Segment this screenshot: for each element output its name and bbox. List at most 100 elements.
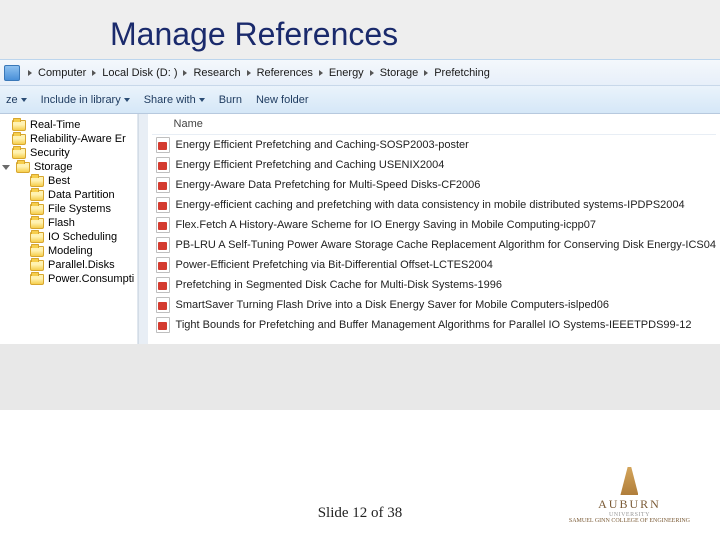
pdf-icon	[156, 177, 170, 193]
tree-item[interactable]: Flash	[2, 216, 137, 230]
file-name: Power-Efficient Prefetching via Bit-Diff…	[176, 259, 493, 271]
folder-icon	[12, 120, 26, 131]
pdf-icon	[156, 157, 170, 173]
pdf-icon	[156, 277, 170, 293]
chevron-down-icon	[199, 98, 205, 102]
tree-item-label: Flash	[48, 217, 75, 229]
tree-item-label: Real-Time	[30, 119, 80, 131]
file-row[interactable]: Power-Efficient Prefetching via Bit-Diff…	[152, 255, 716, 275]
organize-label: ze	[6, 94, 18, 106]
tree-item[interactable]: Security	[2, 146, 137, 160]
pdf-icon	[156, 297, 170, 313]
slide-title: Manage References	[0, 0, 720, 59]
burn-label: Burn	[219, 94, 242, 106]
tree-item[interactable]: Storage	[2, 160, 137, 174]
tree-item-label: Parallel.Disks	[48, 259, 115, 271]
share-label: Share with	[144, 94, 196, 106]
file-row[interactable]: PB-LRU A Self-Tuning Power Aware Storage…	[152, 235, 716, 255]
include-in-library-button[interactable]: Include in library	[41, 94, 130, 106]
tree-item-label: Modeling	[48, 245, 93, 257]
breadcrumb-research[interactable]: Research	[191, 67, 242, 79]
chevron-down-icon	[124, 98, 130, 102]
file-name: Prefetching in Segmented Disk Cache for …	[176, 279, 502, 291]
explorer-body: Real-Time Reliability-Aware Er SecuritySto…	[0, 114, 720, 344]
organize-button[interactable]: ze	[6, 94, 27, 106]
tree-item-label: File Systems	[48, 203, 111, 215]
folder-tree[interactable]: Real-Time Reliability-Aware Er SecuritySto…	[0, 114, 138, 344]
folder-icon	[12, 148, 26, 159]
folder-icon	[16, 162, 30, 173]
burn-button[interactable]: Burn	[219, 94, 242, 106]
tree-item[interactable]: Power.Consumpti	[2, 272, 137, 286]
chevron-right-icon	[424, 70, 428, 76]
tree-item[interactable]: Real-Time	[2, 118, 137, 132]
folder-icon	[30, 176, 44, 187]
chevron-down-icon[interactable]	[2, 165, 10, 170]
pdf-icon	[156, 257, 170, 273]
chevron-right-icon	[183, 70, 187, 76]
pdf-icon	[156, 237, 170, 253]
share-with-button[interactable]: Share with	[144, 94, 205, 106]
folder-icon	[30, 246, 44, 257]
file-name: Energy Efficient Prefetching and Caching…	[176, 159, 445, 171]
folder-icon	[12, 134, 26, 145]
chevron-right-icon	[319, 70, 323, 76]
new-folder-button[interactable]: New folder	[256, 94, 309, 106]
file-name: Tight Bounds for Prefetching and Buffer …	[176, 319, 692, 331]
file-row[interactable]: Prefetching in Segmented Disk Cache for …	[152, 275, 716, 295]
file-name: Flex.Fetch A History-Aware Scheme for IO…	[176, 219, 596, 231]
new-folder-label: New folder	[256, 94, 309, 106]
file-row[interactable]: Energy Efficient Prefetching and Caching…	[152, 155, 716, 175]
tree-item-label: Best	[48, 175, 70, 187]
tree-item-label: Power.Consumpti	[48, 273, 134, 285]
pdf-icon	[156, 317, 170, 333]
column-header-name[interactable]: Name	[174, 118, 203, 130]
folder-icon	[30, 204, 44, 215]
pdf-icon	[156, 197, 170, 213]
chevron-right-icon	[92, 70, 96, 76]
tree-item[interactable]: File Systems	[2, 202, 137, 216]
breadcrumb-energy[interactable]: Energy	[327, 67, 366, 79]
tree-item[interactable]: Parallel.Disks	[2, 258, 137, 272]
address-bar[interactable]: Computer Local Disk (D: ) Research Refer…	[0, 60, 720, 86]
tree-item[interactable]: Reliability-Aware Er	[2, 132, 137, 146]
tree-item-label: Data Partition	[48, 189, 115, 201]
chevron-right-icon	[370, 70, 374, 76]
auburn-logo-college: SAMUEL GINN COLLEGE OF ENGINEERING	[569, 518, 690, 524]
auburn-logo-name: AUBURN	[569, 497, 690, 512]
file-name: PB-LRU A Self-Tuning Power Aware Storage…	[176, 239, 716, 251]
file-row[interactable]: Energy-efficient caching and prefetching…	[152, 195, 716, 215]
tree-item[interactable]: Modeling	[2, 244, 137, 258]
breadcrumb-references[interactable]: References	[255, 67, 315, 79]
tree-item[interactable]: Data Partition	[2, 188, 137, 202]
file-row[interactable]: Flex.Fetch A History-Aware Scheme for IO…	[152, 215, 716, 235]
breadcrumb-storage[interactable]: Storage	[378, 67, 421, 79]
file-row[interactable]: Energy Efficient Prefetching and Caching…	[152, 135, 716, 155]
pdf-icon	[156, 137, 170, 153]
tree-item-label: Reliability-Aware Er	[30, 133, 126, 145]
file-name: SmartSaver Turning Flash Drive into a Di…	[176, 299, 609, 311]
file-list[interactable]: Name Energy Efficient Prefetching and Ca…	[148, 114, 720, 344]
tree-scrollbar[interactable]	[138, 114, 147, 344]
column-header-row[interactable]: Name	[152, 114, 716, 135]
breadcrumb-computer[interactable]: Computer	[36, 67, 88, 79]
include-label: Include in library	[41, 94, 121, 106]
file-row[interactable]: SmartSaver Turning Flash Drive into a Di…	[152, 295, 716, 315]
tree-item-label: IO Scheduling	[48, 231, 117, 243]
auburn-logo: AUBURN UNIVERSITY SAMUEL GINN COLLEGE OF…	[569, 467, 690, 524]
folder-icon	[30, 274, 44, 285]
tree-item[interactable]: IO Scheduling	[2, 230, 137, 244]
breadcrumb-disk[interactable]: Local Disk (D: )	[100, 67, 179, 79]
tree-item-label: Security	[30, 147, 70, 159]
toolbar: ze Include in library Share with Burn Ne…	[0, 86, 720, 114]
file-name: Energy-efficient caching and prefetching…	[176, 199, 685, 211]
pdf-icon	[156, 217, 170, 233]
breadcrumb-prefetching[interactable]: Prefetching	[432, 67, 492, 79]
folder-icon	[30, 260, 44, 271]
file-row[interactable]: Energy-Aware Data Prefetching for Multi-…	[152, 175, 716, 195]
auburn-logo-icon	[620, 467, 638, 495]
file-row[interactable]: Tight Bounds for Prefetching and Buffer …	[152, 315, 716, 335]
chevron-down-icon	[21, 98, 27, 102]
tree-item[interactable]: Best	[2, 174, 137, 188]
slide-counter: Slide 12 of 38	[318, 505, 403, 522]
